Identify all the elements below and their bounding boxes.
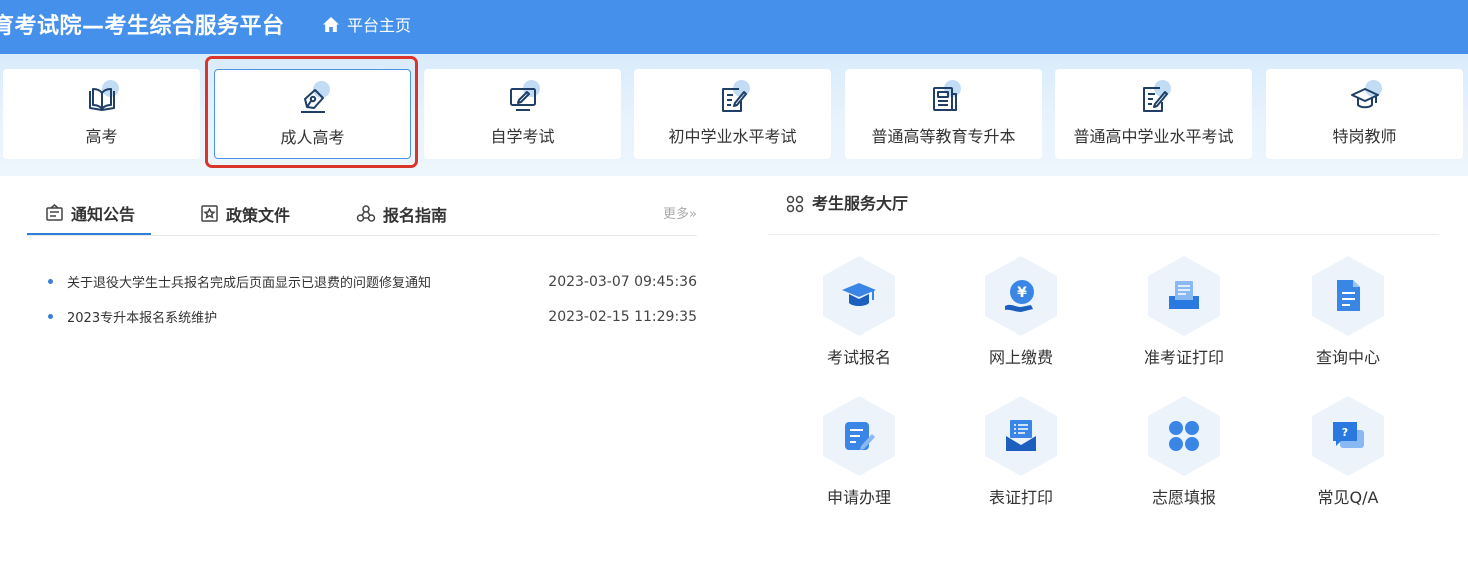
newspaper-icon — [927, 80, 961, 116]
category-high-school-exam[interactable]: 普通高中学业水平考试 — [1055, 69, 1252, 159]
service-faq[interactable]: ? 常见Q/A — [1288, 396, 1408, 508]
news-time: 2023-02-15 11:29:35 — [548, 308, 697, 325]
news-time: 2023-03-07 09:45:36 — [548, 273, 697, 290]
service-query-center[interactable]: 查询中心 — [1288, 256, 1408, 368]
service-exam-registration[interactable]: 考试报名 — [799, 256, 919, 368]
service-label: 准考证打印 — [1143, 348, 1224, 367]
category-label: 初中学业水平考试 — [668, 127, 797, 146]
service-label: 表证打印 — [988, 488, 1053, 507]
tab-announcements[interactable]: 通知公告 — [27, 192, 152, 235]
list-item[interactable]: 2023专升本报名系统维护 2023-02-15 11:29:35 — [48, 299, 698, 334]
news-tabs: 通知公告 政策文件 报名指南 更多» — [27, 192, 697, 236]
category-adult-exam[interactable]: 成人高考 — [214, 69, 411, 159]
service-online-payment[interactable]: ¥ 网上缴费 — [961, 256, 1081, 368]
category-junior-exam[interactable]: 初中学业水平考试 — [634, 69, 831, 159]
tab-policy-files[interactable]: 政策文件 — [200, 192, 290, 235]
tab-label: 政策文件 — [226, 205, 291, 225]
service-label: 常见Q/A — [1317, 488, 1379, 507]
service-application[interactable]: 申请办理 — [799, 396, 919, 508]
svg-text:?: ? — [1342, 426, 1348, 439]
service-label: 网上缴费 — [988, 348, 1053, 367]
category-label: 普通高等教育专升本 — [871, 127, 1016, 146]
home-link-label: 平台主页 — [347, 16, 412, 35]
announcement-icon — [46, 204, 63, 221]
site-title: 育考试院—考生综合服务平台 — [0, 14, 285, 39]
service-label: 志愿填报 — [1151, 488, 1216, 507]
top-header: 育考试院—考生综合服务平台 平台主页 — [0, 0, 1468, 54]
service-hall-header: 考生服务大厅 — [768, 192, 1439, 235]
grid-icon — [786, 195, 804, 213]
category-special-teacher[interactable]: 特岗教师 — [1266, 69, 1463, 159]
book-icon — [85, 80, 119, 116]
service-label: 查询中心 — [1315, 348, 1380, 367]
service-form-print[interactable]: 表证打印 — [961, 396, 1081, 508]
service-hall-title: 考生服务大厅 — [812, 194, 909, 213]
qa-chat-icon: ? — [1333, 422, 1364, 448]
notebook-pen-icon — [716, 80, 750, 116]
category-band: 高考 成人高考 自学考试 初中学业水平考试 普通高等教育专升本 普通高中学业水平… — [0, 54, 1468, 176]
graduation-cap-icon — [842, 283, 876, 306]
category-label: 普通高中学业水平考试 — [1073, 127, 1234, 146]
news-title: 2023专升本报名系统维护 — [67, 311, 218, 326]
tab-label: 通知公告 — [71, 204, 136, 224]
news-list: 关于退役大学生士兵报名完成后页面显示已退费的问题修复通知 2023-03-07 … — [48, 264, 698, 334]
envelope-print-icon — [1006, 420, 1036, 451]
category-label: 高考 — [85, 127, 118, 146]
service-label: 考试报名 — [826, 348, 891, 367]
category-upgrade-exam[interactable]: 普通高等教育专升本 — [845, 69, 1042, 159]
document-query-icon — [1337, 280, 1360, 311]
news-title: 关于退役大学生士兵报名完成后页面显示已退费的问题修复通知 — [67, 276, 432, 291]
home-link[interactable]: 平台主页 — [322, 12, 411, 36]
form-edit-icon — [845, 422, 875, 450]
service-volunteer-application[interactable]: 志愿填报 — [1124, 396, 1244, 508]
guide-icon — [356, 205, 376, 222]
monitor-pen-icon — [506, 80, 540, 116]
category-self-study-exam[interactable]: 自学考试 — [424, 69, 621, 159]
printer-icon — [1169, 281, 1199, 309]
category-label: 特岗教师 — [1332, 127, 1397, 146]
category-label: 自学考试 — [490, 127, 555, 146]
more-link[interactable]: 更多» — [663, 203, 697, 222]
category-gaokao[interactable]: 高考 — [3, 69, 200, 159]
tab-registration-guide[interactable]: 报名指南 — [356, 192, 447, 235]
graduation-cap-icon — [1348, 80, 1382, 116]
document-edit-icon — [1137, 80, 1171, 116]
home-icon — [323, 16, 339, 32]
clover-icon — [1169, 421, 1199, 451]
bullet-icon — [48, 279, 53, 284]
list-item[interactable]: 关于退役大学生士兵报名完成后页面显示已退费的问题修复通知 2023-03-07 … — [48, 264, 698, 299]
svg-text:¥: ¥ — [1017, 285, 1027, 301]
service-label: 申请办理 — [826, 488, 891, 507]
yuan-payment-icon: ¥ — [1005, 280, 1034, 312]
policy-icon — [201, 205, 218, 222]
tab-label: 报名指南 — [383, 205, 448, 225]
bullet-icon — [48, 314, 53, 319]
pen-icon — [296, 81, 330, 117]
category-label: 成人高考 — [280, 128, 345, 147]
service-admission-ticket-print[interactable]: 准考证打印 — [1124, 256, 1244, 368]
